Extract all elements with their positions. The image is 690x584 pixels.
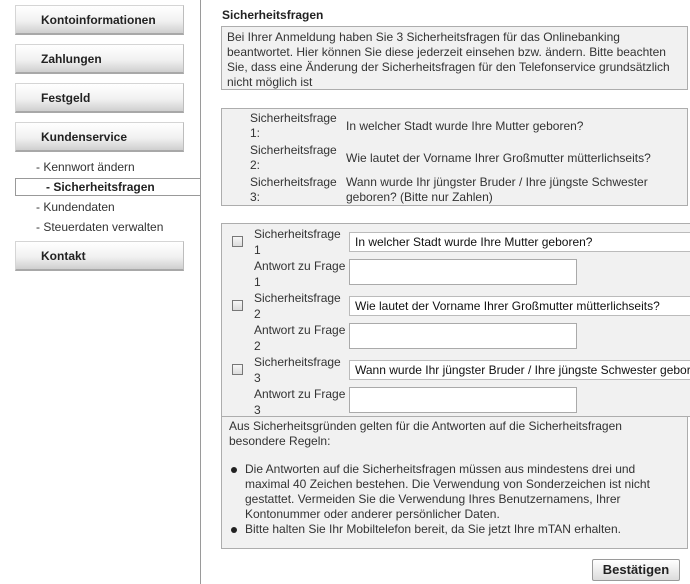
question-select-3[interactable]: Wann wurde Ihr jüngster Bruder / Ihre jü… <box>349 360 690 380</box>
form-question-label-2: Sicherheitsfrage 2 <box>254 291 341 321</box>
confirm-button[interactable]: Bestätigen <box>592 559 680 581</box>
form-question-label-3: Sicherheitsfrage 3 <box>254 355 341 385</box>
question-select-2[interactable]: Wie lautet der Vorname Ihrer Großmutter … <box>349 296 690 316</box>
subnav-kundendaten[interactable]: - Kundendaten <box>36 200 115 214</box>
page-title: Sicherheitsfragen <box>222 8 324 22</box>
rule-item: Bitte halten Sie Ihr Mobiltelefon bereit… <box>229 522 680 537</box>
security-questions-form: Sicherheitsfrage 1 In welcher Stadt wurd… <box>221 223 690 417</box>
questions-overview: Sicherheitsfrage 1: In welcher Stadt wur… <box>221 108 688 206</box>
bullet-icon <box>231 527 237 533</box>
rules-box: Aus Sicherheitsgründen gelten für die An… <box>221 417 688 549</box>
nav-kontakt[interactable]: Kontakt <box>15 241 184 271</box>
intro-text: Bei Ihrer Anmeldung haben Sie 3 Sicherhe… <box>221 26 688 90</box>
answer-label-2: Antwort zu Frage 2 <box>254 323 346 353</box>
content-divider <box>200 0 201 584</box>
overview-question-3: Wann wurde Ihr jüngster Bruder / Ihre jü… <box>346 175 648 204</box>
rule-item: Die Antworten auf die Sicherheitsfragen … <box>229 462 680 522</box>
nav-zahlungen[interactable]: Zahlungen <box>15 44 184 74</box>
rule-text-2: Bitte halten Sie Ihr Mobiltelefon bereit… <box>245 522 621 536</box>
answer-label-3: Antwort zu Frage 3 <box>254 387 346 417</box>
checkbox-question-2[interactable] <box>232 300 243 311</box>
nav-festgeld[interactable]: Festgeld <box>15 83 184 113</box>
rules-intro: Aus Sicherheitsgründen gelten für die An… <box>229 419 622 448</box>
answer-label-1: Antwort zu Frage 1 <box>254 259 346 289</box>
question-select-1[interactable]: In welcher Stadt wurde Ihre Mutter gebor… <box>349 232 690 252</box>
bullet-icon <box>231 467 237 473</box>
overview-label-1: Sicherheitsfrage 1: <box>250 111 337 140</box>
subnav-steuerdaten-verwalten[interactable]: - Steuerdaten verwalten <box>36 220 163 234</box>
checkbox-question-3[interactable] <box>232 364 243 375</box>
subnav-kennwort-aendern[interactable]: - Kennwort ändern <box>36 160 135 174</box>
answer-input-2[interactable] <box>349 323 577 349</box>
nav-kontoinformationen[interactable]: Kontoinformationen <box>15 5 184 35</box>
rule-text-1: Die Antworten auf die Sicherheitsfragen … <box>245 462 650 521</box>
answer-input-1[interactable] <box>349 259 577 285</box>
sidebar: Kontoinformationen Zahlungen Festgeld Ku… <box>0 0 200 584</box>
form-question-label-1: Sicherheitsfrage 1 <box>254 227 341 257</box>
subnav-sicherheitsfragen[interactable]: - Sicherheitsfragen <box>15 178 200 196</box>
answer-input-3[interactable] <box>349 387 577 413</box>
checkbox-question-1[interactable] <box>232 236 243 247</box>
overview-question-1: In welcher Stadt wurde Ihre Mutter gebor… <box>346 119 584 133</box>
overview-question-2: Wie lautet der Vorname Ihrer Großmutter … <box>346 151 651 165</box>
overview-label-3: Sicherheitsfrage 3: <box>250 175 337 204</box>
overview-label-2: Sicherheitsfrage 2: <box>250 143 337 172</box>
nav-kundenservice[interactable]: Kundenservice <box>15 122 184 152</box>
rules-list: Die Antworten auf die Sicherheitsfragen … <box>229 462 680 537</box>
